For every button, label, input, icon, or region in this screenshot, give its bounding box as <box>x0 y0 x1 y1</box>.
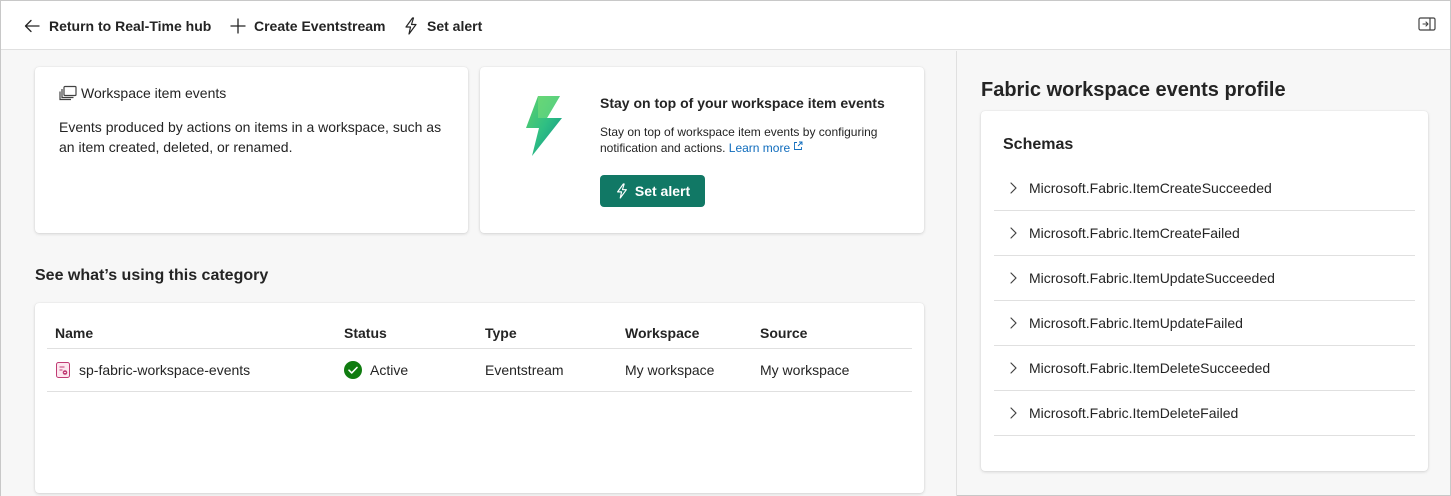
table-header: Name Status Type Workspace Source <box>47 317 912 349</box>
eventstream-name-cell[interactable]: sp-fabric-workspace-events <box>55 362 250 378</box>
table-row[interactable]: sp-fabric-workspace-events Active Events… <box>47 349 912 392</box>
panel-divider <box>956 51 957 496</box>
workspace-items-icon <box>59 85 77 101</box>
workspace-cell: My workspace <box>625 362 715 378</box>
chevron-right-icon <box>1010 362 1017 374</box>
schema-name: Microsoft.Fabric.ItemDeleteSucceeded <box>1029 360 1271 376</box>
schema-item[interactable]: Microsoft.Fabric.ItemDeleteFailed <box>994 391 1415 436</box>
return-to-hub-label: Return to Real-Time hub <box>49 18 212 34</box>
schema-item[interactable]: Microsoft.Fabric.ItemCreateSucceeded <box>994 166 1415 211</box>
source-cell: My workspace <box>760 362 850 378</box>
command-bar: Return to Real-Time hub Create Eventstre… <box>1 1 1450 50</box>
profile-title: Fabric workspace events profile <box>981 79 1286 101</box>
learn-more-label: Learn more <box>728 141 791 155</box>
schema-item[interactable]: Microsoft.Fabric.ItemCreateFailed <box>994 211 1415 256</box>
schema-name: Microsoft.Fabric.ItemDeleteFailed <box>1029 405 1239 421</box>
create-eventstream-label: Create Eventstream <box>254 18 386 34</box>
set-alert-card: Stay on top of your workspace item event… <box>480 67 924 233</box>
schema-item[interactable]: Microsoft.Fabric.ItemDeleteSucceeded <box>994 346 1415 391</box>
eventstream-icon <box>56 362 70 378</box>
schemas-card: Schemas Microsoft.Fabric.ItemCreateSucce… <box>981 111 1428 471</box>
chevron-right-icon <box>1010 182 1017 194</box>
column-header-name: Name <box>55 324 94 341</box>
info-card-title: Workspace item events <box>81 85 227 101</box>
schemas-label: Schemas <box>1003 136 1074 153</box>
chevron-right-icon <box>1010 317 1017 329</box>
chevron-right-icon <box>1010 407 1017 419</box>
type-cell: Eventstream <box>485 362 564 378</box>
learn-more-link[interactable]: Learn more <box>729 141 804 155</box>
status-cell: Active <box>344 361 408 379</box>
return-to-hub-button[interactable]: Return to Real-Time hub <box>23 10 211 42</box>
alert-card-text-block: Stay on top of workspace item events by … <box>600 124 900 156</box>
schema-name: Microsoft.Fabric.ItemCreateFailed <box>1029 225 1240 241</box>
main-content: Workspace item events Events produced by… <box>1 51 956 496</box>
create-eventstream-button[interactable]: Create Eventstream <box>230 10 386 42</box>
schema-item[interactable]: Microsoft.Fabric.ItemUpdateSucceeded <box>994 256 1415 301</box>
workspace-item-events-card: Workspace item events Events produced by… <box>35 67 468 233</box>
flash-icon <box>616 183 627 199</box>
set-alert-toolbar-label: Set alert <box>427 18 483 34</box>
set-alert-button-label: Set alert <box>634 183 691 199</box>
usage-section-title: See what’s using this category <box>35 267 269 284</box>
eventstream-name: sp-fabric-workspace-events <box>79 362 251 378</box>
column-header-workspace: Workspace <box>625 324 700 341</box>
schema-name: Microsoft.Fabric.ItemCreateSucceeded <box>1029 180 1272 196</box>
schema-item[interactable]: Microsoft.Fabric.ItemUpdateFailed <box>994 301 1415 346</box>
arrow-left-icon <box>24 19 40 33</box>
column-header-status: Status <box>344 324 387 341</box>
flash-icon <box>405 17 417 35</box>
alert-card-heading: Stay on top of your workspace item event… <box>600 95 885 111</box>
chevron-right-icon <box>1010 272 1017 284</box>
set-alert-button[interactable]: Set alert <box>600 175 705 207</box>
status-text: Active <box>370 362 409 378</box>
column-header-source: Source <box>760 324 808 341</box>
plus-icon <box>230 18 246 34</box>
collapse-panel-button[interactable] <box>1418 16 1436 37</box>
check-circle-icon <box>344 361 362 379</box>
open-external-icon <box>794 141 803 150</box>
schema-name: Microsoft.Fabric.ItemUpdateSucceeded <box>1029 270 1275 286</box>
panel-collapse-icon <box>1418 17 1436 31</box>
column-header-type: Type <box>485 324 517 341</box>
lightning-illustration-icon <box>526 96 562 156</box>
schema-name: Microsoft.Fabric.ItemUpdateFailed <box>1029 315 1243 331</box>
usage-table: Name Status Type Workspace Source sp-fab… <box>35 303 924 493</box>
chevron-right-icon <box>1010 227 1017 239</box>
info-card-description: Events produced by actions on items in a… <box>59 119 442 155</box>
info-card-title-row: Workspace item events <box>59 85 226 101</box>
set-alert-toolbar-button[interactable]: Set alert <box>403 10 482 42</box>
